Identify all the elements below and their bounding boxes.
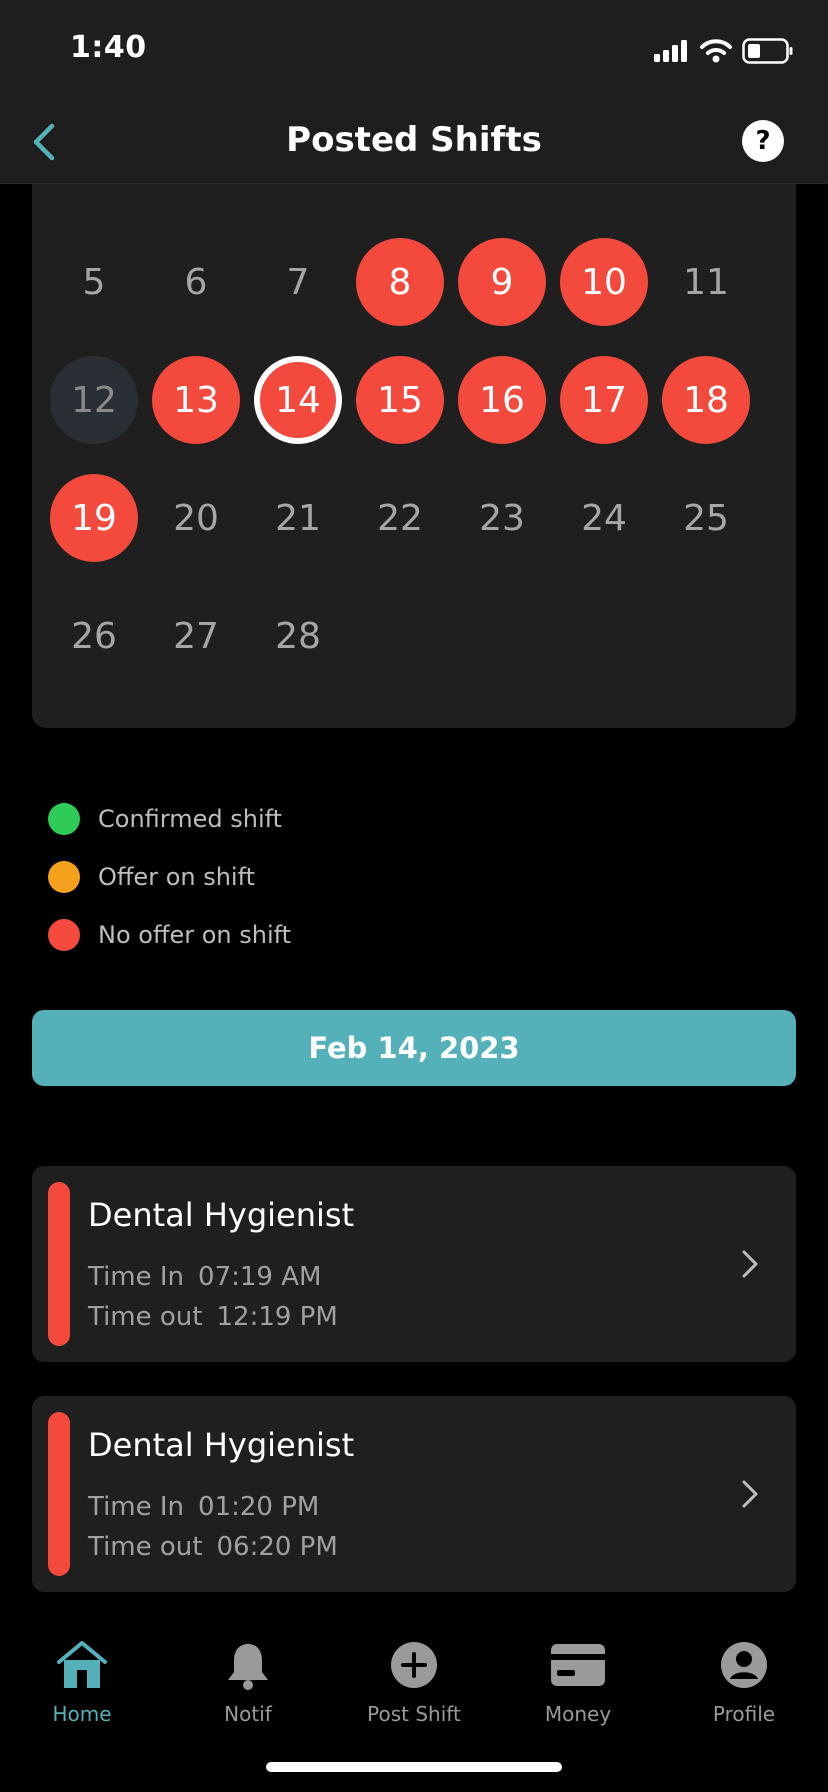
chevron-right-icon [742, 1250, 758, 1278]
time-out-value: 12:19 PM [216, 1302, 338, 1332]
tab-label: Profile [712, 1702, 776, 1726]
calendar-day-11[interactable]: 11 [662, 238, 750, 326]
no-offer-dot [48, 919, 80, 951]
time-out-value: 06:20 PM [216, 1532, 338, 1562]
calendar-day-22[interactable]: 22 [356, 474, 444, 562]
calendar-day-16[interactable]: 16 [458, 356, 546, 444]
status-bar: 1:40 [0, 0, 828, 100]
status-stripe [48, 1412, 70, 1576]
bell-icon [221, 1638, 275, 1692]
tab-label: Post Shift [367, 1702, 461, 1726]
tab-notif[interactable]: Notif [178, 1638, 318, 1726]
tab-label: Notif [224, 1702, 272, 1726]
calendar-day-24[interactable]: 24 [560, 474, 648, 562]
calendar-day-27[interactable]: 27 [152, 592, 240, 680]
time-out-label: Time out [88, 1302, 203, 1332]
calendar-day-19[interactable]: 19 [50, 474, 138, 562]
time-out-label: Time out [88, 1532, 203, 1562]
shift-title: Dental Hygienist [88, 1426, 355, 1464]
legend-item-confirmed: Confirmed shift [48, 790, 291, 848]
calendar-day-21[interactable]: 21 [254, 474, 342, 562]
time-out-row: Time out 06:20 PM [88, 1532, 338, 1562]
legend-label: Offer on shift [98, 863, 256, 891]
time-in-label: Time In [88, 1262, 185, 1292]
calendar-day-28[interactable]: 28 [254, 592, 342, 680]
battery-icon [742, 38, 793, 64]
time-in-value: 01:20 PM [198, 1492, 320, 1522]
tab-profile[interactable]: Profile [674, 1638, 814, 1726]
status-icons [654, 34, 794, 68]
home-indicator [266, 1762, 562, 1772]
selected-date-banner: Feb 14, 2023 [32, 1010, 796, 1086]
page-title: Posted Shifts [286, 120, 542, 160]
status-time: 1:40 [70, 30, 147, 65]
calendar-day-10[interactable]: 10 [560, 238, 648, 326]
legend: Confirmed shift Offer on shift No offer … [48, 790, 291, 964]
time-in-row: Time In 01:20 PM [88, 1492, 319, 1522]
card-icon [551, 1638, 605, 1692]
calendar-day-12[interactable]: 12 [50, 356, 138, 444]
time-in-label: Time In [88, 1492, 185, 1522]
tab-money[interactable]: Money [508, 1638, 648, 1726]
calendar-day-5[interactable]: 5 [50, 238, 138, 326]
legend-item-no-offer: No offer on shift [48, 906, 291, 964]
calendar-day-7[interactable]: 7 [254, 238, 342, 326]
tab-label: Money [544, 1702, 612, 1726]
shift-card[interactable]: Dental Hygienist Time In 07:19 AM Time ou… [32, 1166, 796, 1362]
calendar-day-26[interactable]: 26 [50, 592, 138, 680]
status-stripe [48, 1182, 70, 1346]
time-in-value: 07:19 AM [198, 1262, 322, 1292]
tab-label: Home [52, 1702, 112, 1726]
legend-label: Confirmed shift [98, 805, 283, 833]
shift-card[interactable]: Dental Hygienist Time In 01:20 PM Time ou… [32, 1396, 796, 1592]
home-icon [55, 1638, 109, 1692]
calendar-day-14[interactable]: 14 [254, 356, 342, 444]
time-out-row: Time out 12:19 PM [88, 1302, 338, 1332]
calendar-day-6[interactable]: 6 [152, 238, 240, 326]
calendar-day-20[interactable]: 20 [152, 474, 240, 562]
help-button[interactable]: ? [742, 120, 784, 162]
offer-dot [48, 861, 80, 893]
confirmed-dot [48, 803, 80, 835]
calendar: 5 6 7 8 9 10 11 12 13 14 15 16 17 18 19 20 21 22 23 24 25 26 2… [32, 184, 796, 728]
chevron-right-icon [742, 1480, 758, 1508]
legend-label: No offer on shift [98, 921, 292, 949]
tab-post-shift[interactable]: Post Shift [344, 1638, 484, 1726]
calendar-day-17[interactable]: 17 [560, 356, 648, 444]
calendar-day-25[interactable]: 25 [662, 474, 750, 562]
cellular-signal-icon [654, 40, 687, 62]
calendar-day-18[interactable]: 18 [662, 356, 750, 444]
time-in-row: Time In 07:19 AM [88, 1262, 321, 1292]
wifi-icon [700, 39, 732, 63]
calendar-day-13[interactable]: 13 [152, 356, 240, 444]
shift-title: Dental Hygienist [88, 1196, 355, 1234]
navigation-bar: Posted Shifts ? [0, 100, 828, 184]
calendar-day-23[interactable]: 23 [458, 474, 546, 562]
profile-icon [717, 1638, 771, 1692]
calendar-day-8[interactable]: 8 [356, 238, 444, 326]
calendar-day-9[interactable]: 9 [458, 238, 546, 326]
calendar-day-15[interactable]: 15 [356, 356, 444, 444]
legend-item-offer: Offer on shift [48, 848, 291, 906]
plus-circle-icon [387, 1638, 441, 1692]
tab-home[interactable]: Home [12, 1638, 152, 1726]
